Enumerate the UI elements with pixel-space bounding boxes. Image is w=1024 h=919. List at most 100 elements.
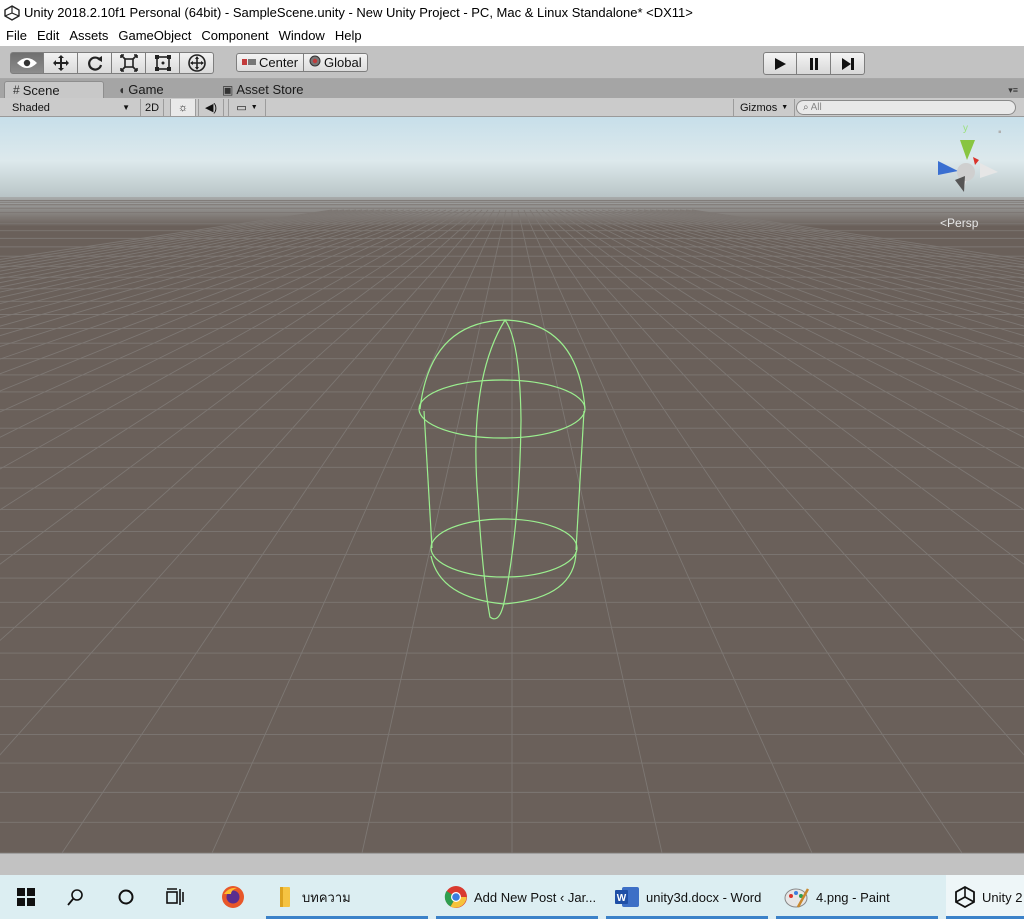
shading-mode-dropdown[interactable]: Shaded ▼ bbox=[6, 99, 134, 116]
tab-options-icon[interactable]: ▾≡ bbox=[1008, 85, 1018, 96]
store-bag-icon: ▣ bbox=[222, 82, 234, 97]
lighting-toggle[interactable]: ☼ bbox=[170, 99, 196, 116]
rect-tool-button[interactable] bbox=[146, 52, 180, 74]
title-bar: Unity 2018.2.10f1 Personal (64bit) - Sam… bbox=[0, 0, 1024, 25]
taskbar-item-chrome-label: Add New Post ‹ Jar... bbox=[474, 889, 597, 905]
audio-toggle[interactable]: ◀) bbox=[198, 99, 224, 116]
taskbar-item-word[interactable]: W unity3d.docx - Word bbox=[606, 875, 768, 919]
menu-window[interactable]: Window bbox=[274, 28, 330, 43]
grid-icon: # bbox=[13, 83, 20, 97]
play-icon bbox=[775, 57, 786, 70]
mode-2d-label: 2D bbox=[144, 101, 160, 114]
dropdown-arrow-icon: ▼ bbox=[122, 103, 130, 112]
image-icon: ▭ bbox=[236, 102, 247, 114]
start-button[interactable] bbox=[10, 875, 42, 919]
menu-gameobject[interactable]: GameObject bbox=[113, 28, 196, 43]
status-bar bbox=[0, 853, 1024, 875]
effects-dropdown-arrow-icon: ▼ bbox=[250, 104, 258, 111]
hand-tool-button[interactable] bbox=[10, 52, 44, 74]
pacman-icon: ◖ bbox=[118, 82, 126, 97]
transform-tool-button[interactable] bbox=[180, 52, 214, 74]
pivot-center-toggle[interactable]: Center bbox=[236, 53, 305, 72]
step-icon bbox=[841, 57, 854, 70]
pivot-center-icon bbox=[242, 55, 256, 70]
persp-chevron-icon: < bbox=[940, 216, 948, 230]
tab-scene[interactable]: # Scene bbox=[4, 81, 104, 98]
paint-icon bbox=[784, 885, 810, 909]
globe-icon bbox=[309, 55, 321, 70]
taskbar-item-folder-label: บทความ bbox=[302, 889, 351, 905]
rotate-tool-button[interactable] bbox=[78, 52, 112, 74]
unity-window: Unity 2018.2.10f1 Personal (64bit) - Sam… bbox=[0, 0, 1024, 919]
task-view-button[interactable] bbox=[160, 875, 192, 919]
firefox-icon bbox=[222, 886, 244, 908]
taskbar-item-paint-label: 4.png - Paint bbox=[816, 889, 890, 905]
speaker-icon: ◀) bbox=[204, 102, 218, 114]
play-button[interactable] bbox=[763, 52, 797, 75]
pivot-space-label: Global bbox=[324, 55, 362, 70]
scene-canvas[interactable] bbox=[0, 117, 1024, 853]
tab-asset-store-label: Asset Store bbox=[236, 82, 304, 97]
lock-icon[interactable]: ▪ bbox=[998, 127, 1002, 138]
pivot-space-toggle[interactable]: Global bbox=[304, 53, 368, 72]
pause-icon bbox=[809, 57, 818, 70]
gizmo-y-label: y bbox=[963, 123, 968, 134]
menu-assets[interactable]: Assets bbox=[64, 28, 113, 43]
tab-scene-label: Scene bbox=[22, 82, 60, 98]
projection-label[interactable]: <Persp bbox=[940, 216, 978, 230]
combined-transform-icon bbox=[187, 54, 206, 72]
chrome-icon bbox=[444, 885, 468, 909]
tab-game-label: Game bbox=[128, 82, 164, 97]
rect-transform-icon bbox=[154, 55, 171, 71]
scale-icon bbox=[119, 54, 138, 72]
menu-help[interactable]: Help bbox=[330, 28, 367, 43]
windows-taskbar: บทความ Add New Post ‹ Jar... W unity3d.d… bbox=[0, 875, 1024, 919]
hierarchy-search-field[interactable]: ⌕ bbox=[796, 100, 1016, 115]
taskbar-item-folder[interactable]: บทความ bbox=[266, 875, 428, 919]
step-button[interactable] bbox=[831, 52, 865, 75]
projection-label-text: Persp bbox=[947, 216, 979, 230]
main-toolbar bbox=[0, 46, 1024, 79]
menu-file[interactable]: File bbox=[0, 28, 32, 43]
move-arrows-icon bbox=[52, 55, 69, 71]
rotate-icon bbox=[87, 56, 102, 71]
taskbar-item-chrome[interactable]: Add New Post ‹ Jar... bbox=[436, 875, 598, 919]
folder-icon bbox=[274, 887, 296, 907]
eye-icon bbox=[17, 58, 37, 68]
taskbar-item-unity-label: Unity 2 bbox=[982, 889, 1023, 905]
sun-icon: ☼ bbox=[177, 101, 189, 114]
search-button[interactable] bbox=[60, 875, 92, 919]
search-icon: ⌕ bbox=[803, 102, 809, 113]
taskbar-item-paint[interactable]: 4.png - Paint bbox=[776, 875, 938, 919]
scene-toolbar: Shaded ▼ 2D ☼ ◀) ▭ ▼ Gizmos ▼ ⌕ bbox=[0, 98, 1024, 117]
tab-bar: # Scene ◖ Game ▣ Asset Store ▾≡ bbox=[0, 79, 1024, 98]
unity-icon bbox=[954, 886, 976, 908]
windows-logo-icon bbox=[17, 888, 35, 906]
svg-text:W: W bbox=[617, 893, 627, 904]
search-input[interactable] bbox=[810, 102, 991, 113]
scene-view[interactable]: <Persp y ▪ bbox=[0, 117, 1024, 853]
gizmos-dropdown[interactable]: Gizmos ▼ bbox=[733, 99, 796, 116]
move-tool-button[interactable] bbox=[44, 52, 78, 74]
mode-2d-toggle[interactable]: 2D bbox=[140, 99, 164, 116]
tab-asset-store[interactable]: ▣ Asset Store bbox=[214, 81, 334, 98]
scale-tool-button[interactable] bbox=[112, 52, 146, 74]
cortana-circle-icon bbox=[118, 889, 134, 905]
pause-button[interactable] bbox=[797, 52, 831, 75]
task-view-icon bbox=[166, 888, 184, 905]
cortana-button[interactable] bbox=[110, 875, 142, 919]
unity-logo-icon bbox=[4, 4, 20, 21]
taskbar-item-unity[interactable]: Unity 2 bbox=[946, 875, 1024, 919]
menu-bar: File Edit Assets GameObject Component Wi… bbox=[0, 25, 1024, 46]
menu-edit[interactable]: Edit bbox=[32, 28, 64, 43]
playback-controls bbox=[763, 52, 865, 75]
shading-mode-value: Shaded bbox=[12, 101, 50, 114]
tab-game[interactable]: ◖ Game bbox=[110, 81, 210, 98]
effects-dropdown[interactable]: ▭ ▼ bbox=[228, 99, 266, 116]
gizmos-arrow-icon: ▼ bbox=[781, 104, 789, 111]
menu-component[interactable]: Component bbox=[196, 28, 273, 43]
window-title: Unity 2018.2.10f1 Personal (64bit) - Sam… bbox=[24, 5, 693, 20]
firefox-button[interactable] bbox=[216, 875, 250, 919]
gizmos-label: Gizmos bbox=[740, 101, 778, 114]
pivot-center-label: Center bbox=[259, 55, 299, 70]
